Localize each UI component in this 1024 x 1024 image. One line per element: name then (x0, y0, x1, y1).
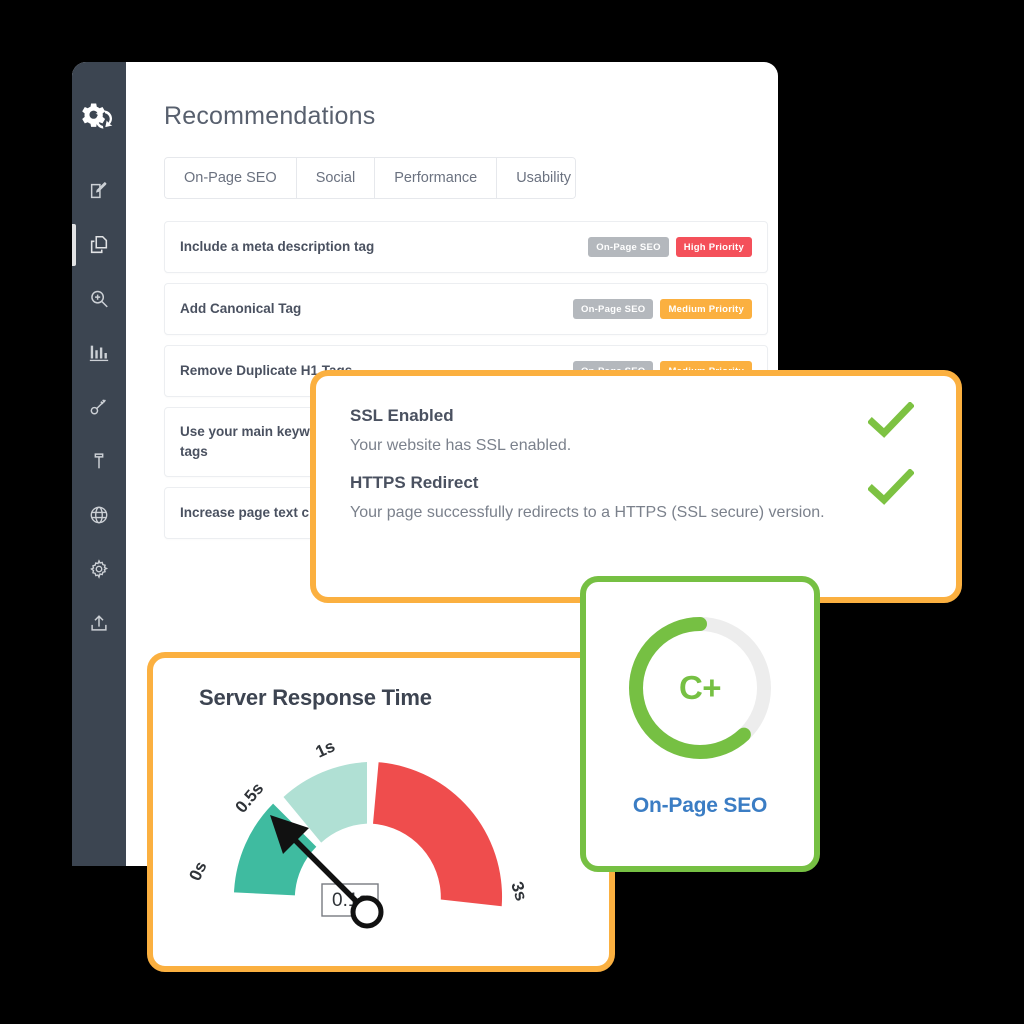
check-icon (867, 468, 915, 507)
gauge-tick-05s: 0.5s (232, 779, 268, 817)
ssl-check-name: HTTPS Redirect (350, 473, 479, 492)
sidebar-item-tools[interactable] (72, 434, 126, 488)
page-title: Recommendations (164, 102, 376, 130)
status-badge-priority: Medium Priority (660, 299, 752, 319)
tab-performance[interactable]: Performance (375, 158, 498, 198)
pencil-square-icon (88, 180, 110, 202)
ssl-check-row: SSL Enabled Your website has SSL enabled… (350, 401, 922, 455)
bar-chart-icon (88, 342, 110, 364)
sidebar-item-edit[interactable] (72, 164, 126, 218)
gauge-tick-3s: 3s (507, 879, 531, 903)
tab-social[interactable]: Social (296, 158, 376, 198)
status-badge-category: On-Page SEO (572, 299, 654, 319)
gauge-tick-1s: 1s (313, 736, 338, 761)
table-row[interactable]: Add Canonical Tag On-Page SEO Medium Pri… (164, 283, 768, 335)
sidebar-item-reports[interactable] (72, 326, 126, 380)
ssl-check-row: HTTPS Redirect Your page successfully re… (350, 468, 922, 522)
screenshot-stage: Recommendations On-Page SEO Social Perfo… (0, 0, 1024, 1024)
gauge-card-title: Server Response Time (199, 685, 432, 710)
sidebar-item-export[interactable] (72, 596, 126, 650)
copy-pages-icon (88, 234, 110, 256)
status-badge-priority: High Priority (675, 237, 752, 257)
upload-icon (88, 612, 110, 634)
tab-usability[interactable]: Usability (497, 158, 575, 198)
server-response-time-gauge: 0s 0.5s 1s 3s 0.1s (185, 736, 531, 929)
recommendation-title: Add Canonical Tag (180, 301, 302, 317)
sidebar-item-settings[interactable] (72, 542, 126, 596)
gauge-tick-0s: 0s (185, 859, 210, 884)
globe-icon (88, 504, 110, 526)
sidebar-item-keywords[interactable] (72, 380, 126, 434)
badge-group: On-Page SEO Medium Priority (572, 299, 752, 319)
tab-on-page-seo[interactable]: On-Page SEO (165, 158, 297, 198)
hammer-icon (88, 450, 110, 472)
recommendation-title: Include a meta description tag (180, 239, 375, 255)
magnifier-plus-icon (88, 288, 110, 310)
sidebar-item-pages[interactable] (72, 218, 126, 272)
ssl-check-description: Your website has SSL enabled. (350, 437, 572, 454)
gear-refresh-logo-icon[interactable] (77, 96, 121, 140)
ssl-check-name: SSL Enabled (350, 406, 454, 425)
grade-donut-chart: C+ (620, 608, 780, 768)
status-badge-category: On-Page SEO (588, 237, 669, 257)
on-page-seo-grade-card: C+ On-Page SEO (580, 576, 820, 872)
sidebar-item-audit[interactable] (72, 272, 126, 326)
check-icon (867, 401, 915, 440)
gear-icon (88, 558, 110, 580)
tab-bar: On-Page SEO Social Performance Usability (164, 157, 576, 199)
server-response-time-card: Server Response Time 0s 0.5s 1s 3s 0.1s (147, 652, 615, 972)
grade-card-label: On-Page SEO (632, 794, 768, 817)
badge-group: On-Page SEO High Priority (588, 237, 752, 257)
gauge-band-slow (373, 762, 503, 907)
sidebar-item-site[interactable] (72, 488, 126, 542)
ssl-checks-card: SSL Enabled Your website has SSL enabled… (310, 370, 962, 603)
grade-value: C+ (678, 669, 722, 706)
key-icon (88, 396, 110, 418)
table-row[interactable]: Include a meta description tag On-Page S… (164, 221, 768, 273)
ssl-check-description: Your page successfully redirects to a HT… (350, 504, 825, 521)
sidebar (72, 62, 126, 866)
